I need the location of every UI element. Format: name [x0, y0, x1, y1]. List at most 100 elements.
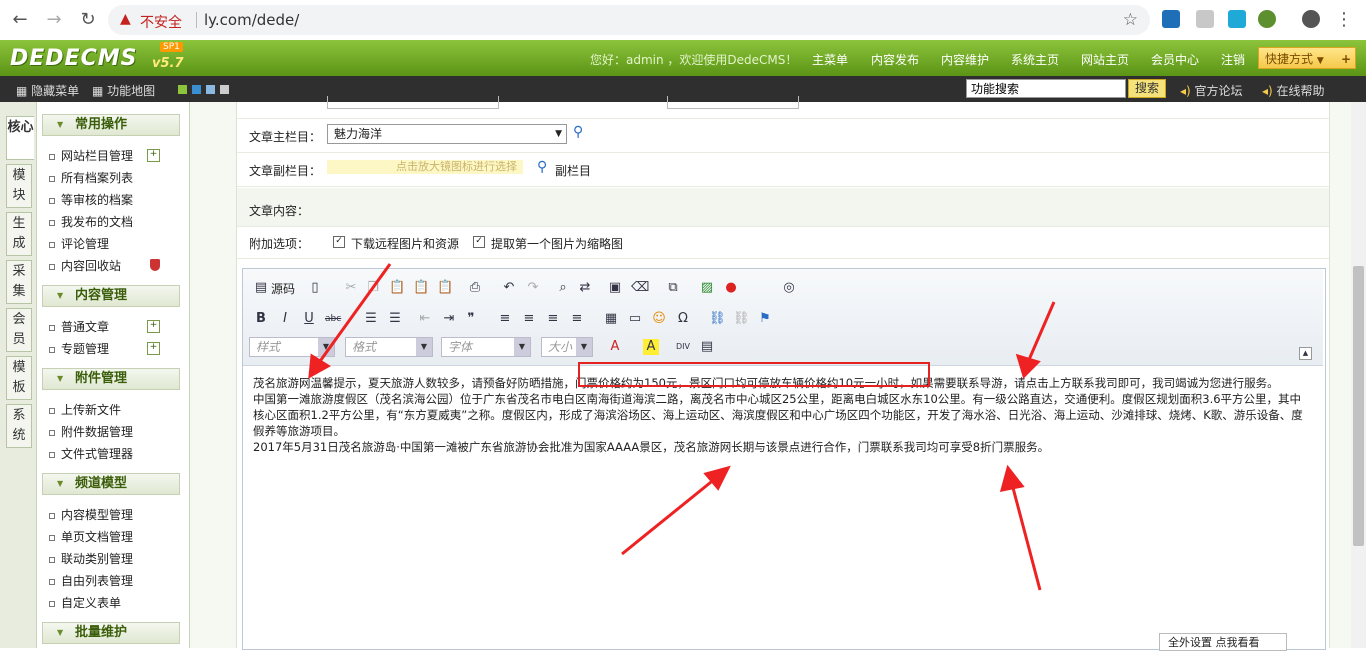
- reload-icon[interactable]: ↻: [76, 8, 100, 32]
- align-center-icon[interactable]: ≡: [521, 311, 537, 327]
- unordered-list-icon[interactable]: ☰: [387, 311, 403, 327]
- download-remote-checkbox[interactable]: ✓: [333, 236, 345, 248]
- menu-item-column-manage[interactable]: 网站栏目管理: [49, 147, 133, 164]
- replace-icon[interactable]: ⇄: [577, 280, 593, 296]
- menu-dots-icon[interactable]: ⋮: [1332, 8, 1356, 32]
- indent-icon[interactable]: ⇥: [441, 311, 457, 327]
- copy-icon[interactable]: ❐: [365, 280, 381, 296]
- tab-collect[interactable]: 采集: [6, 260, 32, 304]
- show-blocks-icon[interactable]: DIV: [675, 339, 691, 355]
- site-map-link[interactable]: ▦ 功能地图: [92, 82, 155, 99]
- main-column-select[interactable]: 魅力海洋: [327, 124, 567, 144]
- style-select[interactable]: 样式: [249, 337, 335, 357]
- forum-link[interactable]: ◂) 官方论坛: [1180, 82, 1243, 99]
- menu-group-attachment[interactable]: 附件管理: [42, 368, 180, 390]
- menu-group-common[interactable]: 常用操作: [42, 114, 180, 136]
- preview-icon[interactable]: ⧉: [665, 280, 681, 296]
- format-select[interactable]: 格式: [345, 337, 433, 357]
- menu-item-topic[interactable]: 专题管理: [49, 340, 109, 357]
- menu-item-all-archives[interactable]: 所有档案列表: [49, 169, 133, 186]
- sub-column-link[interactable]: 副栏目: [555, 162, 591, 179]
- tab-module[interactable]: 模块: [6, 164, 32, 208]
- document-icon[interactable]: ▯: [307, 280, 323, 296]
- forward-icon[interactable]: →: [42, 8, 66, 32]
- tab-generate[interactable]: 生成: [6, 212, 32, 256]
- nav-site-home[interactable]: 网站主页: [1081, 51, 1129, 68]
- menu-item-free-list[interactable]: 自由列表管理: [49, 572, 133, 589]
- address-bar[interactable]: ▲ 不安全 ly.com/dede/ ☆: [108, 5, 1150, 35]
- image-icon[interactable]: ▨: [699, 280, 715, 296]
- font-select[interactable]: 字体: [441, 337, 531, 357]
- redo-icon[interactable]: ↷: [525, 280, 541, 296]
- omega-icon[interactable]: Ω: [675, 311, 691, 327]
- flash-icon[interactable]: ●: [723, 280, 739, 296]
- editor-footer-button[interactable]: 全外设置 点我看看: [1159, 633, 1287, 651]
- bg-color-icon[interactable]: A: [643, 339, 659, 355]
- add-icon[interactable]: +: [147, 149, 160, 162]
- ordered-list-icon[interactable]: ☰: [363, 311, 379, 327]
- hide-menu-link[interactable]: ▦ 隐藏菜单: [16, 82, 79, 99]
- menu-group-channel[interactable]: 频道模型: [42, 473, 180, 495]
- hr-icon[interactable]: ▭: [627, 311, 643, 327]
- menu-item-custom-form[interactable]: 自定义表单: [49, 594, 121, 611]
- collapse-toolbar-icon[interactable]: ▲: [1299, 347, 1312, 360]
- quick-menu-button[interactable]: 快捷方式 ▼ +: [1258, 47, 1356, 69]
- extension-globe-icon[interactable]: [1258, 10, 1276, 28]
- strikethrough-icon[interactable]: abc: [325, 311, 341, 327]
- nav-maintain[interactable]: 内容维护: [941, 51, 989, 68]
- menu-group-content[interactable]: 内容管理: [42, 285, 180, 307]
- magnifier-icon[interactable]: ⚲: [537, 159, 547, 175]
- nav-logout[interactable]: 注销: [1221, 51, 1245, 68]
- source-button[interactable]: 源码: [271, 280, 295, 297]
- menu-group-batch[interactable]: 批量维护: [42, 622, 180, 644]
- source-icon[interactable]: ▤: [253, 280, 269, 296]
- tab-system[interactable]: 系统: [6, 404, 32, 448]
- theme-gray-swatch[interactable]: [220, 85, 229, 94]
- nav-publish[interactable]: 内容发布: [871, 51, 919, 68]
- menu-item-file-manager[interactable]: 文件式管理器: [49, 445, 133, 462]
- bold-icon[interactable]: B: [253, 311, 269, 327]
- align-justify-icon[interactable]: ≡: [569, 311, 585, 327]
- shield-icon[interactable]: [150, 259, 160, 271]
- theme-blue-swatch[interactable]: [192, 85, 201, 94]
- align-right-icon[interactable]: ≡: [545, 311, 561, 327]
- nav-system-home[interactable]: 系统主页: [1011, 51, 1059, 68]
- smiley-icon[interactable]: ☺: [651, 311, 667, 327]
- theme-green-swatch[interactable]: [178, 85, 187, 94]
- menu-item-upload[interactable]: 上传新文件: [49, 401, 121, 418]
- account-icon[interactable]: [1302, 10, 1320, 28]
- extract-thumb-checkbox[interactable]: ✓: [473, 236, 485, 248]
- table-icon[interactable]: ▦: [603, 311, 619, 327]
- print-icon[interactable]: ⎙: [467, 280, 483, 296]
- scrollbar-thumb[interactable]: [1353, 266, 1364, 546]
- undo-icon[interactable]: ↶: [501, 280, 517, 296]
- maximize-icon[interactable]: ◎: [781, 280, 797, 296]
- function-search-input[interactable]: 功能搜索: [966, 79, 1126, 98]
- tab-template[interactable]: 模板: [6, 356, 32, 400]
- eraser-icon[interactable]: ⌫: [631, 280, 649, 296]
- menu-item-attach-data[interactable]: 附件数据管理: [49, 423, 133, 440]
- blockquote-icon[interactable]: ❞: [463, 311, 479, 327]
- extension-copy-icon[interactable]: [1228, 10, 1246, 28]
- paste-word-icon[interactable]: 📋: [437, 280, 453, 296]
- theme-lightblue-swatch[interactable]: [206, 85, 215, 94]
- menu-item-linkage[interactable]: 联动类别管理: [49, 550, 133, 567]
- cut-icon[interactable]: ✂: [343, 280, 359, 296]
- paste-text-icon[interactable]: 📋: [413, 280, 429, 296]
- magnifier-icon[interactable]: ⚲: [573, 124, 583, 140]
- unlink-icon[interactable]: ⛓: [733, 311, 750, 327]
- underline-icon[interactable]: U: [301, 311, 317, 327]
- menu-item-my-docs[interactable]: 我发布的文档: [49, 213, 133, 230]
- add-icon[interactable]: +: [147, 342, 160, 355]
- menu-item-single-page[interactable]: 单页文档管理: [49, 528, 133, 545]
- text-color-icon[interactable]: A: [607, 339, 623, 355]
- bookmark-star-icon[interactable]: ☆: [1123, 10, 1138, 30]
- download-icon[interactable]: [1196, 10, 1214, 28]
- menu-item-article[interactable]: 普通文章: [49, 318, 109, 335]
- italic-icon[interactable]: I: [277, 311, 293, 327]
- nav-member-center[interactable]: 会员中心: [1151, 51, 1199, 68]
- link-icon[interactable]: ⛓: [709, 311, 726, 327]
- find-icon[interactable]: ⌕: [555, 280, 571, 296]
- editor-content[interactable]: 茂名旅游网温馨提示，夏天旅游人数较多，请预备好防晒措施，门票价格约为150元，景…: [253, 375, 1303, 455]
- tab-core[interactable]: 核心: [6, 116, 34, 160]
